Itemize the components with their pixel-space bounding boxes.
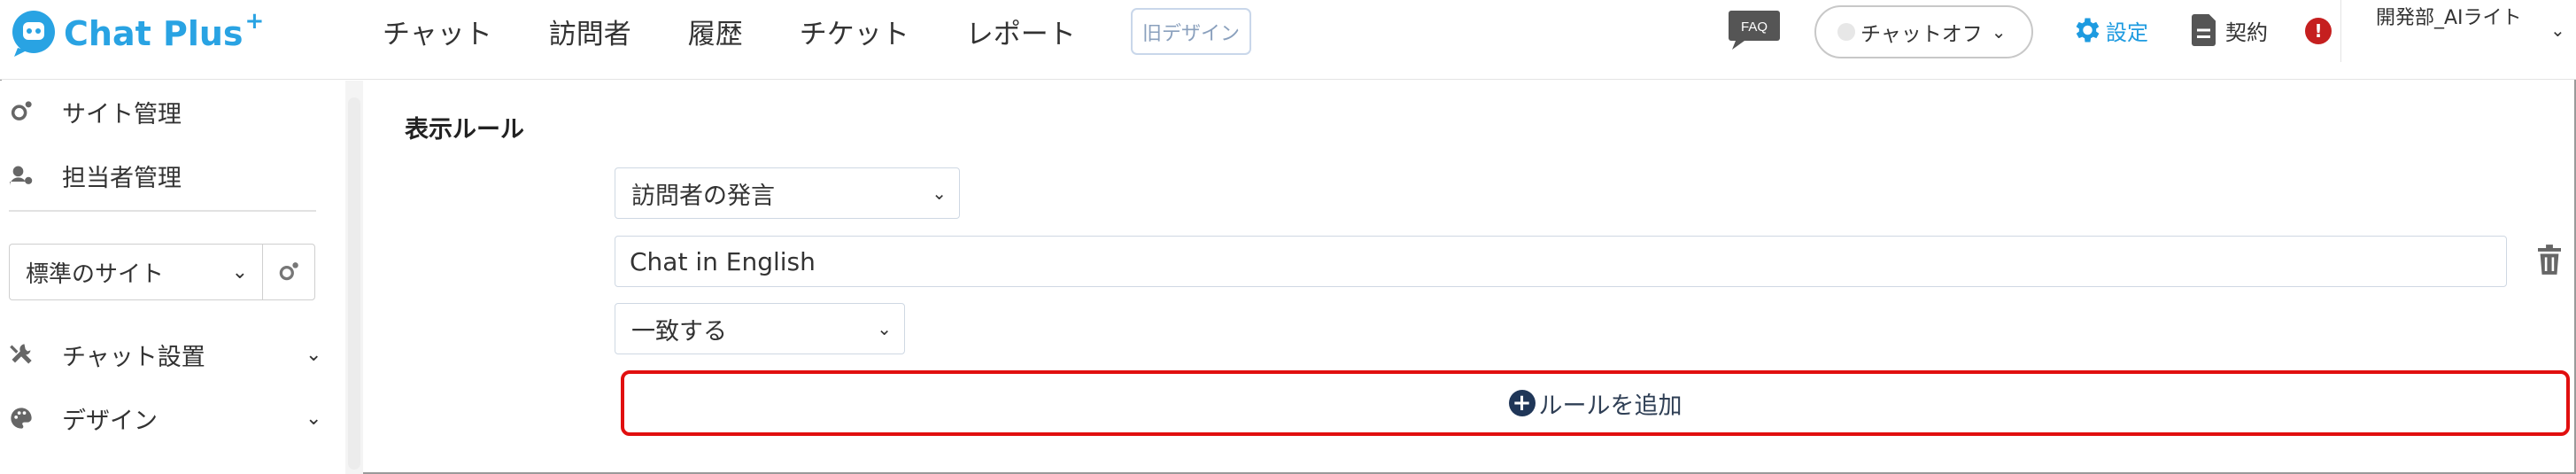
old-design-button[interactable]: 旧デザイン [1131, 8, 1251, 55]
contract-link[interactable]: 契約 [2192, 12, 2268, 48]
user-account-name[interactable]: 開発部_AIライト [2376, 4, 2540, 34]
gear-icon [2076, 18, 2100, 43]
section-title: 表示ルール [405, 116, 524, 144]
sidebar: サイト管理 担当者管理 標準のサイト ⌄ チャット設置 ⌄ デザイン ⌄ [0, 81, 345, 474]
rule-text-input[interactable] [615, 236, 2507, 287]
brand-name: Chat Plus [64, 14, 244, 53]
sidebar-label-site-management: サイト管理 [62, 100, 182, 128]
chevron-down-icon: ⌄ [306, 407, 322, 430]
faq-button[interactable]: FAQ [1729, 9, 1780, 51]
sidebar-label-staff-management: 担当者管理 [62, 164, 182, 192]
sidebar-item-design[interactable]: デザイン ⌄ [0, 396, 328, 440]
chevron-down-icon: ⌄ [1991, 21, 2007, 43]
sidebar-item-chat-install[interactable]: チャット設置 ⌄ [0, 332, 328, 377]
nav-visitors[interactable]: 訪問者 [549, 12, 631, 51]
settings-label: 設定 [2106, 19, 2148, 45]
nav-chat[interactable]: チャット [383, 12, 492, 51]
faq-label: FAQ [1741, 19, 1768, 35]
match-select[interactable]: 一致する ⌄ [615, 303, 905, 354]
sidebar-label-design: デザイン [62, 407, 158, 435]
settings-link[interactable]: 設定 [2070, 12, 2148, 48]
chat-status-dropdown[interactable]: チャットオフ ⌄ [1814, 5, 2033, 58]
palette-icon [11, 408, 32, 429]
user-chevron-down-icon[interactable]: ⌄ [2550, 19, 2565, 41]
top-header: Chat Plus + チャット 訪問者 履歴 チケット レポート 旧デザイン … [0, 0, 2576, 80]
chevron-down-icon: ⌄ [231, 260, 248, 284]
sidebar-label-chat-install: チャット設置 [62, 343, 205, 371]
chat-bubble-logo-icon [12, 11, 55, 57]
document-icon [2192, 14, 2216, 46]
sidebar-item-site-management[interactable]: サイト管理 [0, 89, 328, 134]
condition-select[interactable]: 訪問者の発言 ⌄ [615, 167, 960, 219]
match-select-value: 一致する [631, 317, 727, 346]
condition-select-value: 訪問者の発言 [631, 182, 775, 210]
tools-icon [10, 344, 32, 364]
add-rule-button[interactable]: + ルールを追加 [621, 370, 2570, 436]
gears-icon [11, 101, 32, 120]
faq-icon: FAQ [1729, 11, 1780, 50]
contract-label: 契約 [2225, 19, 2268, 45]
sidebar-divider [9, 210, 316, 212]
status-dot-icon [1837, 23, 1855, 41]
nav-reports[interactable]: レポート [966, 12, 1076, 51]
chevron-down-icon: ⌄ [932, 183, 947, 204]
chat-status-label: チャットオフ [1860, 23, 1983, 46]
nav-tickets[interactable]: チケット [800, 12, 909, 51]
chatplus-logo[interactable]: Chat Plus + [9, 7, 264, 60]
site-settings-button[interactable] [262, 244, 315, 300]
main-nav: チャット 訪問者 履歴 チケット レポート [383, 0, 1133, 62]
brand-plus: + [244, 8, 265, 35]
site-select-value: 標準のサイト [26, 260, 165, 288]
sidebar-item-staff-management[interactable]: 担当者管理 [0, 153, 328, 198]
site-select-dropdown[interactable]: 標準のサイト ⌄ [9, 244, 262, 300]
header-divider [2340, 0, 2341, 62]
add-rule-label: ルールを追加 [1538, 392, 1683, 420]
user-gear-icon [10, 166, 33, 186]
nav-history[interactable]: 履歴 [688, 12, 743, 51]
sidebar-scrollbar-thumb[interactable] [348, 97, 360, 470]
alert-icon[interactable]: ! [2305, 18, 2332, 44]
chevron-down-icon: ⌄ [306, 343, 322, 366]
plus-circle-icon: + [1508, 390, 1536, 416]
chevron-down-icon: ⌄ [877, 318, 892, 339]
gears-icon [279, 262, 298, 281]
trash-icon[interactable] [2538, 245, 2561, 275]
